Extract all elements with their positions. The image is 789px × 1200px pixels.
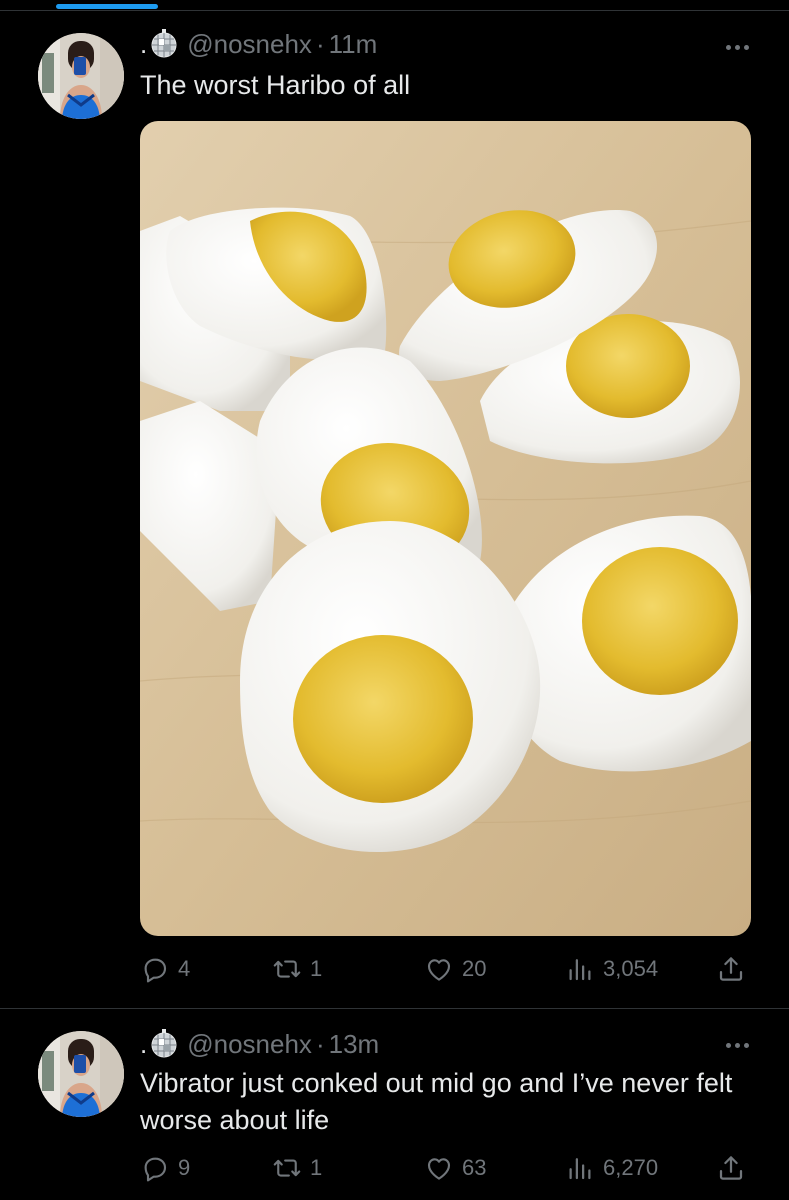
share-button[interactable] xyxy=(716,952,754,986)
reply-count: 4 xyxy=(178,956,191,981)
repost-count: 1 xyxy=(310,956,323,981)
avatar[interactable] xyxy=(38,33,124,119)
like-count: 63 xyxy=(462,1155,487,1180)
timestamp[interactable]: 13m xyxy=(329,1029,380,1060)
reply-count: 9 xyxy=(178,1155,191,1180)
views-button[interactable]: 3,054 xyxy=(565,952,658,986)
fried-egg-gummies-photo xyxy=(140,121,751,936)
handle[interactable]: @nosnehx xyxy=(187,29,312,60)
top-tab-bar xyxy=(0,0,789,11)
timestamp[interactable]: 11m xyxy=(329,29,378,60)
avatar[interactable] xyxy=(38,1031,124,1117)
like-icon xyxy=(424,954,454,984)
separator-dot: · xyxy=(315,1028,325,1059)
tweet[interactable]: . @nosnehx · 13m Vibrator just conked ou… xyxy=(0,1009,789,1200)
more-icon[interactable] xyxy=(723,1035,751,1055)
share-button[interactable] xyxy=(716,1151,754,1185)
like-icon xyxy=(424,1153,454,1183)
active-tab-indicator xyxy=(56,4,158,9)
share-icon xyxy=(716,954,746,984)
tweet[interactable]: . @nosnehx · 11m The worst Haribo of all xyxy=(0,11,789,1009)
more-icon[interactable] xyxy=(723,37,751,57)
display-name[interactable]: . xyxy=(140,1029,147,1060)
tweet-image[interactable] xyxy=(140,121,751,936)
tweet-actions: 9 1 63 6,270 xyxy=(140,1151,751,1185)
share-icon xyxy=(716,1153,746,1183)
views-icon xyxy=(565,954,595,984)
repost-button[interactable]: 1 xyxy=(272,1151,322,1185)
tweet-header: . @nosnehx · 13m xyxy=(140,1029,379,1059)
reply-icon xyxy=(140,1153,170,1183)
display-name[interactable]: . xyxy=(140,29,147,60)
repost-icon xyxy=(272,1153,302,1183)
view-count: 3,054 xyxy=(603,956,659,981)
like-button[interactable]: 63 xyxy=(424,1151,486,1185)
handle[interactable]: @nosnehx xyxy=(187,1029,312,1060)
disco-ball-icon xyxy=(149,1029,179,1059)
like-button[interactable]: 20 xyxy=(424,952,486,986)
view-count: 6,270 xyxy=(603,1155,659,1180)
repost-count: 1 xyxy=(310,1155,323,1180)
profile-photo xyxy=(38,33,124,119)
views-icon xyxy=(565,1153,595,1183)
separator-dot: · xyxy=(315,28,325,59)
tweet-text: Vibrator just conked out mid go and I’ve… xyxy=(140,1068,733,1135)
tweet-actions: 4 1 20 3,054 xyxy=(140,952,751,986)
reply-button[interactable]: 4 xyxy=(140,952,190,986)
disco-ball-icon xyxy=(149,29,179,59)
repost-icon xyxy=(272,954,302,984)
views-button[interactable]: 6,270 xyxy=(565,1151,658,1185)
tweet-text: The worst Haribo of all xyxy=(140,70,411,100)
like-count: 20 xyxy=(462,956,487,981)
reply-icon xyxy=(140,954,170,984)
tweet-header: . @nosnehx · 11m xyxy=(140,29,377,59)
reply-button[interactable]: 9 xyxy=(140,1151,190,1185)
repost-button[interactable]: 1 xyxy=(272,952,322,986)
profile-photo xyxy=(38,1031,124,1117)
